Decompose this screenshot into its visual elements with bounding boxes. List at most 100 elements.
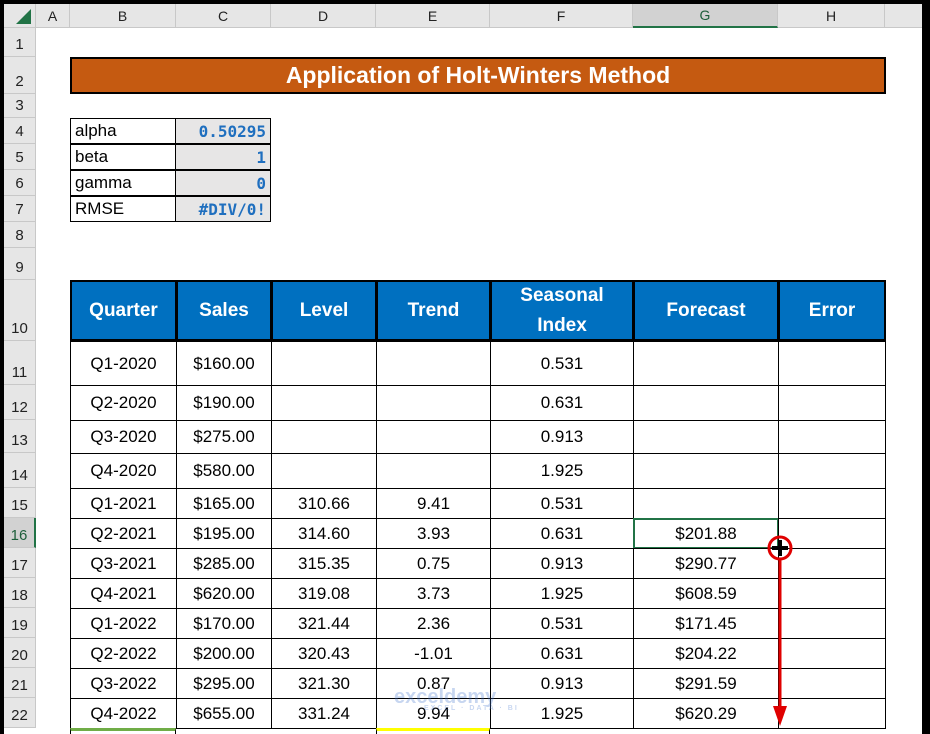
table-cell[interactable]: $190.00 — [176, 385, 272, 421]
column-header-B[interactable]: B — [70, 4, 176, 28]
column-header-D[interactable]: D — [271, 4, 376, 28]
row-header-14[interactable]: 14 — [4, 453, 36, 488]
table-cell[interactable]: 9.41 — [376, 488, 491, 519]
table-cell[interactable]: Q3-2022 — [70, 668, 177, 699]
param-value[interactable]: 0 — [175, 170, 271, 196]
table-cell[interactable] — [633, 385, 779, 421]
table-cell[interactable] — [633, 341, 779, 386]
row-header-8[interactable]: 8 — [4, 222, 36, 248]
table-cell[interactable]: Q1-2020 — [70, 341, 177, 386]
row-header-3[interactable]: 3 — [4, 94, 36, 118]
table-cell[interactable]: 321.30 — [271, 668, 377, 699]
row-header-18[interactable]: 18 — [4, 578, 36, 608]
table-cell[interactable]: 0.75 — [376, 548, 491, 579]
table-cell[interactable]: Q4-2022 — [70, 698, 177, 729]
table-cell[interactable]: 314.60 — [271, 518, 377, 549]
table-cell[interactable]: 0.631 — [490, 518, 634, 549]
table-cell[interactable] — [271, 420, 377, 454]
row-header-20[interactable]: 20 — [4, 638, 36, 668]
table-cell[interactable]: 310.66 — [271, 488, 377, 519]
table-cell[interactable] — [376, 420, 491, 454]
table-cell[interactable] — [633, 488, 779, 519]
table-cell[interactable]: $275.00 — [176, 420, 272, 454]
row-header-1[interactable]: 1 — [4, 28, 36, 57]
row-header-17[interactable]: 17 — [4, 548, 36, 578]
table-cell[interactable] — [376, 453, 491, 489]
table-cell[interactable]: 3.73 — [376, 578, 491, 609]
table-cell[interactable]: 321.44 — [271, 608, 377, 639]
param-value[interactable]: #DIV/0! — [175, 196, 271, 222]
column-header-E[interactable]: E — [376, 4, 490, 28]
table-cell[interactable] — [778, 385, 886, 421]
table-cell[interactable]: Q2-2022 — [70, 638, 177, 669]
table-cell[interactable] — [376, 385, 491, 421]
selected-cell[interactable]: $201.88 — [633, 518, 779, 549]
row-header-12[interactable]: 12 — [4, 385, 36, 420]
table-cell[interactable]: Q2-2021 — [70, 518, 177, 549]
table-cell[interactable]: $200.00 — [176, 638, 272, 669]
table-cell[interactable]: $160.00 — [176, 341, 272, 386]
table-cell[interactable]: 0.913 — [490, 420, 634, 454]
column-header-extra[interactable] — [885, 4, 922, 28]
column-header-G[interactable]: G — [633, 4, 778, 28]
table-cell[interactable] — [633, 453, 779, 489]
row-header-2[interactable]: 2 — [4, 57, 36, 94]
table-cell[interactable]: $655.00 — [176, 698, 272, 729]
table-cell[interactable] — [778, 341, 886, 386]
table-cell[interactable]: 0.631 — [490, 638, 634, 669]
table-cell[interactable]: 2.36 — [376, 608, 491, 639]
table-cell[interactable]: Q4-2020 — [70, 453, 177, 489]
table-cell[interactable]: $171.45 — [633, 608, 779, 639]
table-cell[interactable]: $170.00 — [176, 608, 272, 639]
row-header-10[interactable]: 10 — [4, 280, 36, 341]
column-header-F[interactable]: F — [490, 4, 633, 28]
table-cell[interactable]: 0.913 — [490, 548, 634, 579]
table-cell[interactable] — [778, 488, 886, 519]
table-cell[interactable]: 320.43 — [271, 638, 377, 669]
row-header-19[interactable]: 19 — [4, 608, 36, 638]
table-cell[interactable]: Q4-2021 — [70, 578, 177, 609]
table-cell[interactable]: 0.631 — [490, 385, 634, 421]
table-cell[interactable]: $608.59 — [633, 578, 779, 609]
table-cell[interactable] — [778, 453, 886, 489]
table-cell[interactable]: Q1-2022 — [70, 608, 177, 639]
select-all-corner[interactable] — [4, 4, 36, 28]
table-cell[interactable]: Q3-2021 — [70, 548, 177, 579]
table-cell[interactable]: 319.08 — [271, 578, 377, 609]
column-header-C[interactable]: C — [176, 4, 271, 28]
row-header-16[interactable]: 16 — [4, 518, 36, 548]
spreadsheet[interactable]: A B C D E F G H 1 2 3 4 5 6 7 8 9 10 11 12 13 14 15 16 17 18 19 20 2… — [4, 4, 922, 734]
row-header-9[interactable]: 9 — [4, 248, 36, 280]
table-cell[interactable]: $285.00 — [176, 548, 272, 579]
table-cell[interactable] — [271, 385, 377, 421]
table-cell[interactable]: $620.00 — [176, 578, 272, 609]
row-header-4[interactable]: 4 — [4, 118, 36, 144]
table-cell[interactable]: Q2-2020 — [70, 385, 177, 421]
table-cell[interactable]: -1.01 — [376, 638, 491, 669]
table-cell[interactable]: 1.925 — [490, 578, 634, 609]
column-header-H[interactable]: H — [778, 4, 885, 28]
table-cell[interactable]: $165.00 — [176, 488, 272, 519]
table-cell[interactable]: 315.35 — [271, 548, 377, 579]
table-cell[interactable]: 0.531 — [490, 488, 634, 519]
table-cell[interactable]: 3.93 — [376, 518, 491, 549]
table-cell[interactable]: $195.00 — [176, 518, 272, 549]
row-header-15[interactable]: 15 — [4, 488, 36, 518]
table-cell[interactable]: $204.22 — [633, 638, 779, 669]
table-cell[interactable] — [271, 453, 377, 489]
table-cell[interactable] — [376, 341, 491, 386]
row-header-21[interactable]: 21 — [4, 668, 36, 698]
table-cell[interactable]: $295.00 — [176, 668, 272, 699]
row-header-22[interactable]: 22 — [4, 698, 36, 728]
table-cell[interactable]: 0.531 — [490, 341, 634, 386]
table-cell[interactable] — [271, 341, 377, 386]
table-cell[interactable]: 0.531 — [490, 608, 634, 639]
row-header-6[interactable]: 6 — [4, 170, 36, 196]
param-value[interactable]: 0.50295 — [175, 118, 271, 144]
param-value[interactable]: 1 — [175, 144, 271, 170]
table-cell[interactable] — [778, 420, 886, 454]
row-header-13[interactable]: 13 — [4, 420, 36, 453]
table-cell[interactable]: $580.00 — [176, 453, 272, 489]
table-cell[interactable]: $290.77 — [633, 548, 779, 579]
row-header-5[interactable]: 5 — [4, 144, 36, 170]
